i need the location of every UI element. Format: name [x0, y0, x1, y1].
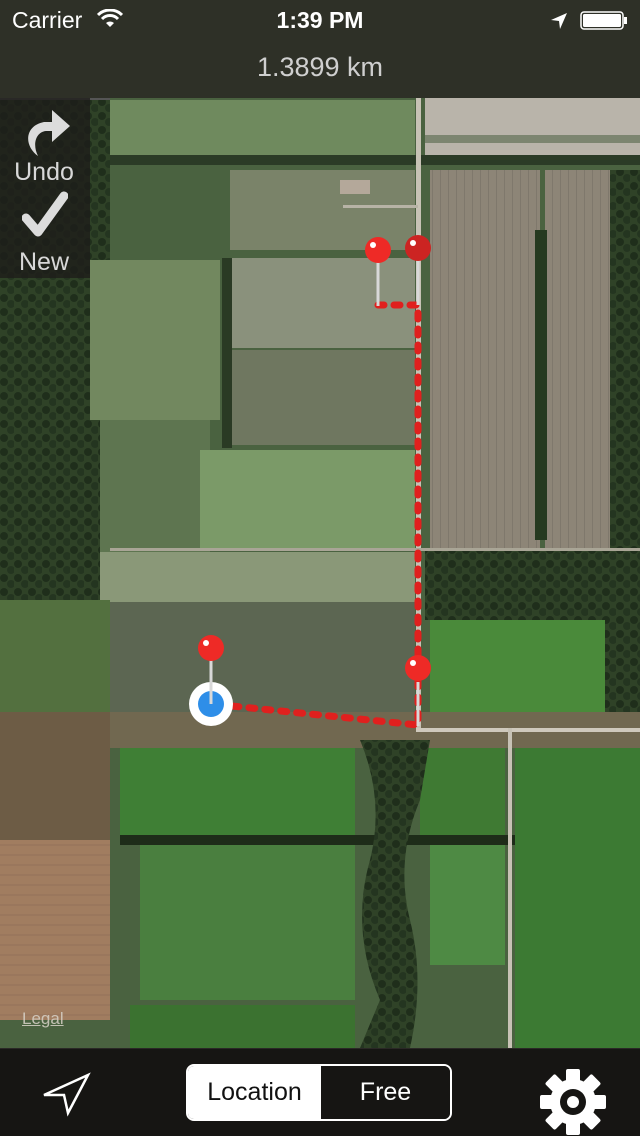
map-view[interactable]: Legal [0, 0, 640, 1048]
status-bar: Carrier 1:39 PM [0, 0, 640, 40]
settings-button[interactable] [538, 1067, 608, 1136]
segment-location[interactable]: Location [188, 1066, 321, 1119]
battery-full-icon [580, 11, 628, 36]
undo-label: Undo [14, 158, 74, 186]
satellite-imagery [0, 0, 640, 1048]
bottom-toolbar: Location Free [0, 1048, 640, 1136]
new-button[interactable]: New [0, 188, 90, 278]
navigation-arrow-icon [43, 1072, 91, 1117]
status-time: 1:39 PM [276, 7, 364, 33]
distance-readout: 1.3899 km [256, 52, 384, 82]
mode-segmented-control[interactable]: Location Free [186, 1064, 452, 1121]
checkmark-icon [22, 191, 68, 237]
location-arrow-icon [549, 11, 569, 36]
undo-arrow-icon [28, 110, 70, 156]
segment-free[interactable]: Free [321, 1066, 450, 1119]
side-panel: Undo New [0, 98, 90, 278]
header-bar: Carrier 1:39 PM 1.3899 km [0, 0, 640, 98]
gear-icon [540, 1069, 606, 1135]
legal-link[interactable]: Legal [22, 1009, 64, 1029]
track-location-button[interactable] [40, 1071, 92, 1122]
new-label: New [18, 248, 69, 276]
undo-button[interactable]: Undo [0, 98, 90, 188]
